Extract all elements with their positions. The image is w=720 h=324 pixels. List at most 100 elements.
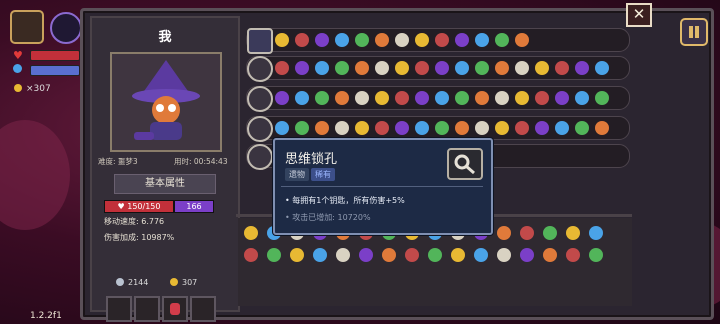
item-row[interactable] [246, 86, 630, 112]
item-icon[interactable] [395, 33, 409, 47]
item-icon[interactable] [295, 33, 309, 47]
item-icon[interactable] [515, 91, 529, 105]
item-icon[interactable] [495, 121, 509, 135]
item-icon[interactable] [595, 91, 609, 105]
relic-slot-icon[interactable] [247, 28, 273, 54]
item-icon[interactable] [555, 61, 569, 75]
item-row[interactable] [246, 116, 630, 142]
item-icon[interactable] [515, 121, 529, 135]
item-icon[interactable] [475, 61, 489, 75]
item-icon[interactable] [315, 121, 329, 135]
item-icon[interactable] [315, 33, 329, 47]
item-icon[interactable] [495, 61, 509, 75]
item-icon[interactable] [555, 91, 569, 105]
item-icon[interactable] [555, 121, 569, 135]
basic-attributes-button[interactable]: 基本属性 [114, 174, 216, 194]
item-icon[interactable] [415, 33, 429, 47]
treasure-chest-icon[interactable] [10, 10, 44, 44]
item-icon[interactable] [275, 33, 289, 47]
item-icon[interactable] [355, 61, 369, 75]
collected-relic-icon[interactable] [543, 226, 557, 240]
item-icon[interactable] [455, 33, 469, 47]
item-icon[interactable] [435, 91, 449, 105]
equipment-slot[interactable] [106, 296, 132, 322]
collected-relic-icon[interactable] [267, 248, 281, 262]
item-icon[interactable] [415, 61, 429, 75]
item-icon[interactable] [595, 121, 609, 135]
item-icon[interactable] [575, 61, 589, 75]
item-icon[interactable] [315, 61, 329, 75]
item-icon[interactable] [355, 33, 369, 47]
collected-relic-icon[interactable] [474, 248, 488, 262]
item-icon[interactable] [295, 121, 309, 135]
item-icon[interactable] [475, 121, 489, 135]
collected-relic-icon[interactable] [566, 226, 580, 240]
item-icon[interactable] [455, 61, 469, 75]
equipment-slot[interactable] [190, 296, 216, 322]
collected-relic-icon[interactable] [244, 248, 258, 262]
item-icon[interactable] [475, 33, 489, 47]
item-icon[interactable] [435, 33, 449, 47]
collected-relic-icon[interactable] [336, 248, 350, 262]
item-icon[interactable] [435, 121, 449, 135]
item-icon[interactable] [375, 33, 389, 47]
item-icon[interactable] [395, 121, 409, 135]
item-icon[interactable] [335, 91, 349, 105]
item-row[interactable] [246, 56, 630, 82]
collected-relic-icon[interactable] [359, 248, 373, 262]
item-icon[interactable] [295, 61, 309, 75]
collected-relic-icon[interactable] [290, 248, 304, 262]
item-icon[interactable] [295, 91, 309, 105]
collected-relic-icon[interactable] [313, 248, 327, 262]
collected-relic-icon[interactable] [589, 226, 603, 240]
collected-relic-icon[interactable] [497, 226, 511, 240]
item-icon[interactable] [355, 91, 369, 105]
item-icon[interactable] [335, 33, 349, 47]
item-icon[interactable] [535, 91, 549, 105]
collected-relic-icon[interactable] [520, 226, 534, 240]
item-icon[interactable] [475, 91, 489, 105]
weapon-slot-icon[interactable] [247, 116, 273, 142]
item-icon[interactable] [455, 91, 469, 105]
item-icon[interactable] [435, 61, 449, 75]
item-icon[interactable] [575, 121, 589, 135]
item-icon[interactable] [495, 91, 509, 105]
collected-relic-icon[interactable] [405, 248, 419, 262]
item-icon[interactable] [395, 61, 409, 75]
item-icon[interactable] [535, 121, 549, 135]
item-icon[interactable] [495, 33, 509, 47]
equipment-slot[interactable] [134, 296, 160, 322]
item-icon[interactable] [275, 61, 289, 75]
item-row[interactable] [246, 28, 630, 54]
item-icon[interactable] [415, 121, 429, 135]
item-icon[interactable] [375, 61, 389, 75]
item-icon[interactable] [275, 91, 289, 105]
collected-relic-icon[interactable] [244, 226, 258, 240]
close-button[interactable]: ✕ [626, 3, 652, 27]
collected-relic-icon[interactable] [566, 248, 580, 262]
collected-relic-icon[interactable] [382, 248, 396, 262]
item-icon[interactable] [335, 121, 349, 135]
item-icon[interactable] [515, 61, 529, 75]
item-icon[interactable] [515, 33, 529, 47]
item-icon[interactable] [535, 61, 549, 75]
item-icon[interactable] [335, 61, 349, 75]
weapon-slot-icon[interactable] [247, 86, 273, 112]
item-icon[interactable] [375, 91, 389, 105]
collected-relic-icon[interactable] [589, 248, 603, 262]
item-icon[interactable] [575, 91, 589, 105]
collected-relic-icon[interactable] [520, 248, 534, 262]
collected-relic-icon[interactable] [497, 248, 511, 262]
collected-relic-icon[interactable] [543, 248, 557, 262]
collected-relic-icon[interactable] [428, 248, 442, 262]
pause-button[interactable] [680, 18, 708, 46]
equipment-slot-potion[interactable] [162, 296, 188, 322]
item-icon[interactable] [375, 121, 389, 135]
item-icon[interactable] [395, 91, 409, 105]
item-icon[interactable] [275, 121, 289, 135]
item-icon[interactable] [355, 121, 369, 135]
weapon-slot-icon[interactable] [247, 56, 273, 82]
collected-relic-icon[interactable] [451, 248, 465, 262]
weapon-slot-icon[interactable] [247, 144, 273, 170]
item-icon[interactable] [315, 91, 329, 105]
